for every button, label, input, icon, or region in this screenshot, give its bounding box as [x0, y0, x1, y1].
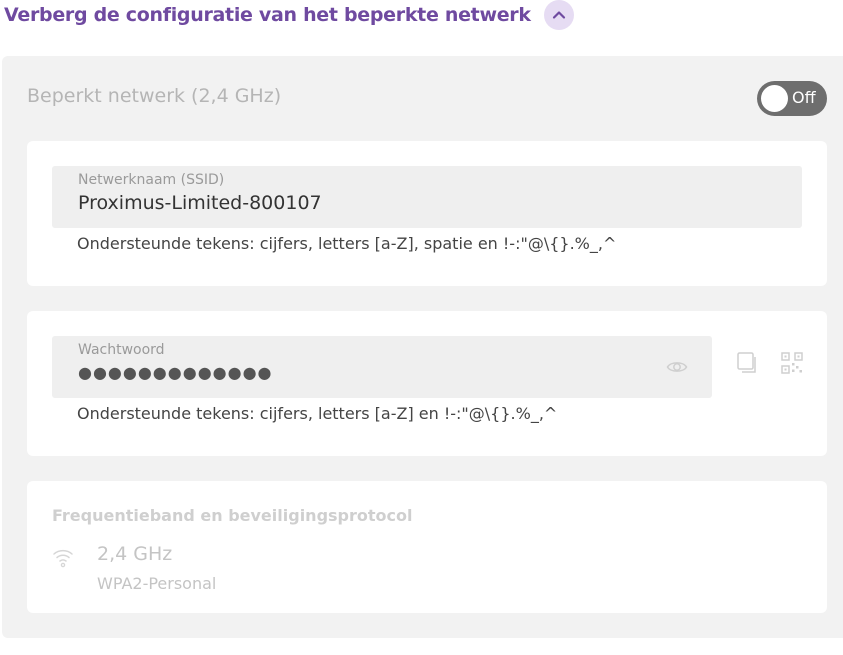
password-label: Wachtwoord [78, 342, 165, 358]
wifi-icon [51, 545, 75, 573]
password-hint: Ondersteunde tekens: cijfers, letters [a… [77, 404, 558, 423]
collapse-button[interactable] [543, 0, 574, 30]
hide-config-link[interactable]: Verberg de configuratie van het beperkte… [4, 4, 531, 26]
ssid-value[interactable]: Proximus-Limited-800107 [78, 192, 322, 214]
password-card: Wachtwoord ●●●●●●●●●●●●● Ondersteunde te… [27, 311, 827, 456]
ssid-card: Netwerknaam (SSID) Proximus-Limited-8001… [27, 141, 827, 286]
copy-icon[interactable] [735, 351, 759, 379]
restricted-network-header: Verberg de configuratie van het beperkte… [4, 0, 574, 30]
ssid-hint: Ondersteunde tekens: cijfers, letters [a… [77, 234, 617, 253]
security-protocol: WPA2-Personal [97, 574, 217, 593]
ssid-label: Netwerknaam (SSID) [78, 172, 225, 188]
frequency-title: Frequentieband en beveiligingsprotocol [52, 506, 413, 525]
qr-code-icon[interactable] [780, 351, 804, 379]
chevron-up-icon [552, 11, 565, 19]
frequency-card: Frequentieband en beveiligingsprotocol 2… [27, 481, 827, 613]
password-value[interactable]: ●●●●●●●●●●●●● [78, 363, 273, 382]
password-field[interactable]: Wachtwoord ●●●●●●●●●●●●● [52, 336, 712, 398]
toggle-knob [761, 85, 788, 112]
ssid-field[interactable]: Netwerknaam (SSID) Proximus-Limited-8001… [52, 166, 802, 228]
toggle-label: Off [792, 88, 816, 107]
restricted-network-panel: Beperkt netwerk (2,4 GHz) Off Netwerknaa… [2, 56, 843, 638]
network-title: Beperkt netwerk (2,4 GHz) [27, 85, 282, 107]
network-toggle[interactable]: Off [757, 81, 827, 116]
eye-icon[interactable] [666, 356, 688, 382]
frequency-band: 2,4 GHz [97, 543, 173, 565]
